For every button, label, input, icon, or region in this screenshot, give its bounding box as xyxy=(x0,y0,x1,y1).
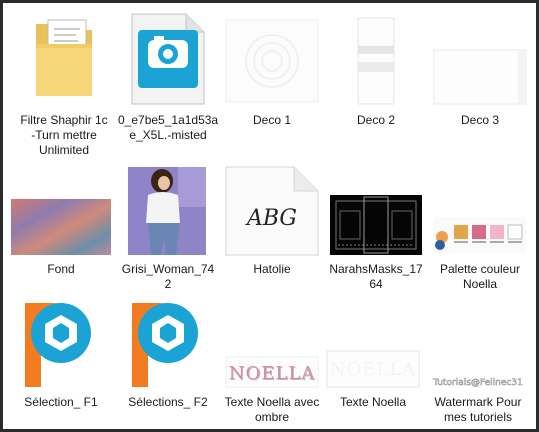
file-label: Deco 2 xyxy=(356,113,396,127)
file-label: Watermark Pour mes tutoriels xyxy=(434,395,522,424)
mask-thumbnail xyxy=(326,161,426,261)
file-label: 0_e7be5_1a1d53a e_X5L.-misted xyxy=(118,113,219,142)
font-file-icon: ABG xyxy=(222,161,322,261)
file-label: Sélection_ F1 xyxy=(24,395,98,409)
watermark-thumbnail: Tutorials@Felinec31 xyxy=(428,293,528,393)
psp-selection-file-icon xyxy=(11,293,111,393)
text-image-thumbnail: NOELLA NOELLA xyxy=(222,293,322,393)
file-label: Texte Noella xyxy=(339,395,407,409)
noella-text: NOELLA xyxy=(229,363,316,384)
noella-text: NOELLA xyxy=(330,359,417,380)
file-label: Grisi_Woman_74 2 xyxy=(121,262,215,291)
file-label: Sélections_ F2 xyxy=(128,395,208,409)
file-label: Deco 1 xyxy=(252,113,292,127)
psp-image-file-icon xyxy=(118,10,218,110)
file-label: Texte Noella avec ombre xyxy=(224,395,320,424)
deco-image-thumbnail xyxy=(222,10,322,110)
deco-image-thumbnail xyxy=(430,10,530,110)
gradient-background-thumbnail xyxy=(11,161,111,261)
woman-tube-thumbnail xyxy=(118,161,218,261)
folder-icon xyxy=(14,10,114,110)
file-label: Filtre Shaphir 1c -Turn mettre Unlimited xyxy=(20,113,108,157)
font-sample-text: ABG xyxy=(245,206,297,231)
color-palette-thumbnail xyxy=(430,161,530,261)
watermark-text: Tutorials@Felinec31 xyxy=(432,378,523,388)
file-label: NarahsMasks_17 64 xyxy=(329,262,423,291)
text-image-thumbnail: NOELLA xyxy=(323,293,423,393)
file-label: Palette couleur Noella xyxy=(439,262,521,291)
file-grid: Filtre Shaphir 1c -Turn mettre Unlimited… xyxy=(3,3,536,429)
file-label: Hatolie xyxy=(253,262,291,276)
file-label: Deco 3 xyxy=(460,113,500,127)
file-label: Fond xyxy=(47,262,75,276)
deco-image-thumbnail xyxy=(326,10,426,110)
psp-selection-file-icon xyxy=(118,293,218,393)
